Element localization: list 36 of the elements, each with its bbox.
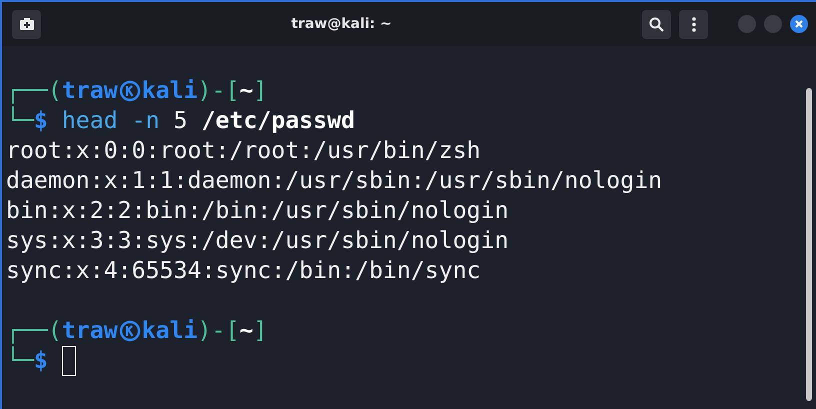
menu-icon: [692, 16, 696, 32]
prompt-user: $: [34, 107, 48, 136]
prompt-user: traw: [62, 76, 118, 106]
terminal-text: bin:x:2:2:bin:/bin:/usr/sbin/nologin: [6, 196, 509, 226]
terminal-text: sys:x:3:3:sys:/dev:/usr/sbin/nologin: [6, 226, 509, 256]
new-tab-button[interactable]: [12, 10, 41, 38]
search-icon: [649, 16, 664, 32]
terminal-text: 5: [174, 106, 188, 136]
prompt-user: kali: [142, 76, 198, 106]
terminal-text: root:x:0:0:root:/root:/usr/bin/zsh: [6, 136, 481, 166]
prompt-frame: ┌──(: [6, 76, 62, 106]
prompt-frame: )-[: [198, 76, 240, 106]
scrollbar[interactable]: [806, 88, 812, 401]
prompt-frame: └─: [6, 106, 34, 136]
new-tab-icon: [18, 17, 34, 31]
kali-symbol-icon: [118, 80, 141, 102]
command-text: head -n: [62, 106, 160, 136]
terminal-text: ~: [239, 76, 254, 106]
prompt-user: kali: [142, 316, 198, 346]
menu-button[interactable]: [679, 10, 708, 38]
prompt-frame: ┌──(: [6, 316, 62, 346]
terminal-text: daemon:x:1:1:daemon:/usr/sbin:/usr/sbin/nologin: [6, 166, 662, 196]
prompt-user: $: [34, 347, 48, 376]
prompt-frame: └─: [6, 346, 34, 376]
window-title: traw@kali: ~: [291, 16, 392, 32]
prompt-frame: ]: [253, 76, 268, 106]
terminal-text: ~: [239, 316, 254, 346]
terminal-text: sync:x:4:65534:sync:/bin:/bin/sync: [6, 256, 481, 286]
kali-symbol-icon: [118, 320, 141, 342]
prompt-frame: ]: [253, 316, 268, 346]
terminal-text: /etc/passwd: [201, 106, 356, 136]
search-button[interactable]: [642, 10, 671, 38]
prompt-user: traw: [62, 316, 118, 346]
close-button[interactable]: [790, 15, 808, 33]
prompt-frame: )-[: [198, 316, 240, 346]
close-icon: [795, 20, 803, 28]
